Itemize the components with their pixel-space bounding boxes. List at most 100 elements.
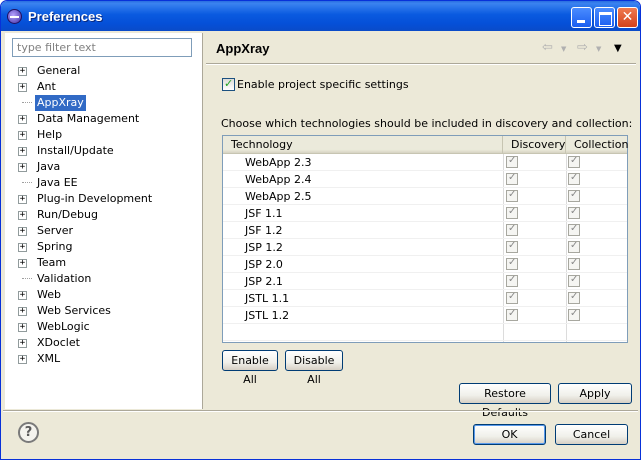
table-row[interactable]: JSP 2.0	[223, 256, 627, 273]
title-bar[interactable]: Preferences ✕	[1, 1, 640, 31]
collection-checkbox[interactable]	[568, 308, 580, 321]
discovery-checkbox[interactable]	[506, 257, 518, 270]
table-row[interactable]: WebApp 2.5	[223, 188, 627, 205]
minimize-button[interactable]	[571, 7, 592, 28]
expand-icon[interactable]: +	[18, 131, 27, 140]
collection-checkbox[interactable]	[568, 172, 580, 185]
table-row[interactable]: JSP 1.2	[223, 239, 627, 256]
discovery-checkbox[interactable]	[506, 172, 518, 185]
collection-checkbox[interactable]	[568, 257, 580, 270]
tree-item[interactable]: + General	[17, 63, 197, 79]
discovery-checkbox[interactable]	[506, 189, 518, 202]
ok-button[interactable]: OK	[473, 424, 546, 445]
discovery-checkbox[interactable]	[506, 291, 518, 304]
table-row[interactable]: JSTL 1.1	[223, 290, 627, 307]
tree-item[interactable]: + XDoclet	[17, 335, 197, 351]
tree-item[interactable]: + Install/Update	[17, 143, 197, 159]
help-icon[interactable]: ?	[18, 422, 39, 443]
tree-item-label[interactable]: Ant	[35, 79, 58, 95]
column-header-discovery[interactable]: Discovery	[503, 136, 566, 154]
expand-icon[interactable]: +	[18, 355, 27, 364]
expand-icon[interactable]: +	[18, 307, 27, 316]
view-menu-icon[interactable]: ▼	[614, 43, 622, 54]
tree-item[interactable]: + Web	[17, 287, 197, 303]
tree-item-label[interactable]: Install/Update	[35, 143, 116, 159]
apply-button[interactable]: Apply	[558, 383, 632, 404]
tree-item[interactable]: + Java	[17, 159, 197, 175]
tree-item[interactable]: + WebLogic	[17, 319, 197, 335]
enable-all-button[interactable]: Enable All	[222, 350, 278, 386]
collection-checkbox[interactable]	[568, 223, 580, 236]
column-header-collection[interactable]: Collection	[566, 136, 628, 154]
tree-item[interactable]: + Plug-in Development	[17, 191, 197, 207]
discovery-checkbox[interactable]	[506, 308, 518, 321]
tree-item-label[interactable]: XDoclet	[35, 335, 82, 351]
back-dropdown-icon[interactable]: ▼	[561, 45, 566, 53]
forward-arrow-icon[interactable]: ⇨	[577, 40, 588, 55]
collection-checkbox[interactable]	[568, 206, 580, 219]
table-row[interactable]: WebApp 2.3	[223, 154, 627, 171]
tree-item-label[interactable]: Spring	[35, 239, 75, 255]
collection-checkbox[interactable]	[568, 291, 580, 304]
expand-icon[interactable]: +	[18, 323, 27, 332]
restore-defaults-button[interactable]: Restore Defaults	[459, 383, 551, 419]
tree-item[interactable]: Java EE	[17, 175, 197, 191]
enable-project-settings-checkbox[interactable]	[222, 77, 235, 91]
table-row[interactable]: JSF 1.2	[223, 222, 627, 239]
tree-item[interactable]: + Data Management	[17, 111, 197, 127]
tree-item[interactable]: + XML	[17, 351, 197, 367]
tree-item[interactable]: + Run/Debug	[17, 207, 197, 223]
tree-item[interactable]: + Server	[17, 223, 197, 239]
expand-icon[interactable]: +	[18, 243, 27, 252]
discovery-checkbox[interactable]	[506, 240, 518, 253]
tree-item[interactable]: + Team	[17, 255, 197, 271]
expand-icon[interactable]: +	[18, 115, 27, 124]
expand-icon[interactable]: +	[18, 67, 27, 76]
expand-icon[interactable]: +	[18, 227, 27, 236]
discovery-checkbox[interactable]	[506, 206, 518, 219]
tree-item-label[interactable]: WebLogic	[35, 319, 92, 335]
collection-checkbox[interactable]	[568, 240, 580, 253]
discovery-checkbox[interactable]	[506, 223, 518, 236]
tree-item-label[interactable]: Help	[35, 127, 64, 143]
discovery-checkbox[interactable]	[506, 155, 518, 168]
table-row[interactable]: JSF 1.1	[223, 205, 627, 222]
tree-item-label[interactable]: Java	[35, 159, 62, 175]
tree-item-label[interactable]: Data Management	[35, 111, 141, 127]
collection-checkbox[interactable]	[568, 189, 580, 202]
collection-checkbox[interactable]	[568, 274, 580, 287]
tree-item[interactable]: Validation	[17, 271, 197, 287]
forward-dropdown-icon[interactable]: ▼	[596, 45, 601, 53]
expand-icon[interactable]: +	[18, 147, 27, 156]
tree-item-label[interactable]: Web	[35, 287, 63, 303]
expand-icon[interactable]: +	[18, 211, 27, 220]
tree-item[interactable]: AppXray	[17, 95, 197, 111]
back-arrow-icon[interactable]: ⇦	[542, 40, 553, 55]
filter-input[interactable]	[12, 38, 192, 57]
expand-icon[interactable]: +	[18, 339, 27, 348]
close-button[interactable]: ✕	[617, 7, 638, 28]
discovery-checkbox[interactable]	[506, 274, 518, 287]
tree-item-label[interactable]: Plug-in Development	[35, 191, 154, 207]
disable-all-button[interactable]: Disable All	[285, 350, 343, 386]
tree-item[interactable]: + Web Services	[17, 303, 197, 319]
tree-item-label[interactable]: Validation	[35, 271, 93, 287]
expand-icon[interactable]: +	[18, 195, 27, 204]
tree-item[interactable]: + Spring	[17, 239, 197, 255]
table-row[interactable]: WebApp 2.4	[223, 171, 627, 188]
tree-item-label[interactable]: AppXray	[35, 95, 86, 111]
table-row[interactable]: JSP 2.1	[223, 273, 627, 290]
tree-item[interactable]: + Help	[17, 127, 197, 143]
column-header-technology[interactable]: Technology	[223, 136, 503, 154]
tree-item-label[interactable]: XML	[35, 351, 62, 367]
tree-item-label[interactable]: Java EE	[35, 175, 80, 191]
expand-icon[interactable]: +	[18, 291, 27, 300]
tree-item[interactable]: + Ant	[17, 79, 197, 95]
expand-icon[interactable]: +	[18, 259, 27, 268]
collection-checkbox[interactable]	[568, 155, 580, 168]
maximize-button[interactable]	[594, 7, 615, 28]
tree-item-label[interactable]: Run/Debug	[35, 207, 100, 223]
tree-item-label[interactable]: Server	[35, 223, 75, 239]
tree-item-label[interactable]: Team	[35, 255, 68, 271]
cancel-button[interactable]: Cancel	[555, 424, 628, 445]
